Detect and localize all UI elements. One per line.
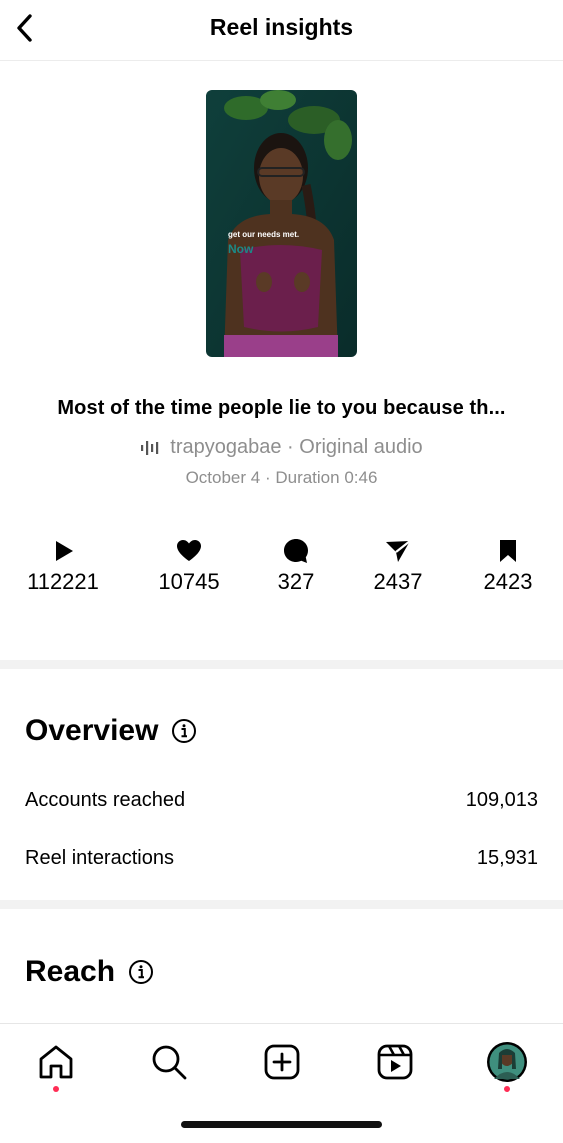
stat-likes: 10745	[134, 538, 244, 595]
stat-plays: 112221	[8, 538, 118, 595]
reel-caption: Most of the time people lie to you becau…	[57, 397, 506, 419]
bookmark-icon	[453, 538, 563, 564]
page-title: Reel insights	[209, 14, 354, 40]
tab-search[interactable]	[147, 1042, 191, 1082]
notification-dot	[53, 1086, 59, 1092]
stat-value: 112221	[27, 569, 99, 594]
create-icon	[264, 1044, 300, 1080]
tab-home[interactable]	[34, 1042, 78, 1082]
reach-section-title: Reach	[25, 955, 154, 989]
stat-value: 327	[277, 569, 315, 594]
reel-thumbnail[interactable]: get our needs met. Now	[206, 90, 357, 357]
metric-label: Accounts reached	[25, 789, 186, 811]
info-icon[interactable]	[171, 718, 197, 744]
search-icon	[152, 1045, 187, 1080]
metric-label: Reel interactions	[25, 847, 174, 869]
home-icon	[39, 1045, 73, 1079]
info-icon[interactable]	[128, 959, 154, 985]
metric-row-reel-interactions[interactable]: Reel interactions 15,931	[25, 847, 538, 870]
stat-saves: 2423	[453, 538, 563, 595]
reel-meta: October 4 · Duration 0:46	[185, 468, 378, 487]
overview-title: Overview	[25, 714, 159, 747]
reels-icon	[377, 1044, 413, 1080]
notification-dot	[504, 1086, 510, 1092]
profile-avatar	[487, 1042, 527, 1082]
section-divider	[0, 900, 563, 909]
audio-row[interactable]: trapyogabae · Original audio	[0, 436, 563, 459]
stat-comments: 327	[241, 538, 351, 595]
stat-value: 2423	[483, 569, 533, 594]
section-divider	[0, 660, 563, 669]
tab-profile[interactable]	[485, 1042, 529, 1082]
play-icon	[8, 538, 118, 564]
stat-shares: 2437	[343, 538, 453, 595]
audio-label: trapyogabae · Original audio	[170, 436, 423, 458]
reach-title: Reach	[25, 955, 116, 988]
home-indicator	[181, 1121, 382, 1128]
comment-icon	[241, 538, 351, 564]
stat-value: 2437	[373, 569, 423, 594]
header: Reel insights	[0, 0, 563, 61]
thumbnail-overlay-line1: get our needs met.	[228, 230, 299, 239]
metric-row-accounts-reached[interactable]: Accounts reached 109,013	[25, 789, 538, 812]
tab-create[interactable]	[260, 1042, 304, 1082]
heart-icon	[134, 538, 244, 564]
overview-section-title: Overview	[25, 714, 197, 748]
tab-reels[interactable]	[373, 1042, 417, 1082]
share-icon	[343, 538, 453, 564]
audio-waveform-icon	[140, 439, 160, 457]
stat-value: 10745	[158, 569, 220, 594]
metric-value: 109,013	[465, 789, 538, 811]
metric-value: 15,931	[476, 847, 538, 869]
thumbnail-overlay-line2: Now	[228, 242, 254, 256]
